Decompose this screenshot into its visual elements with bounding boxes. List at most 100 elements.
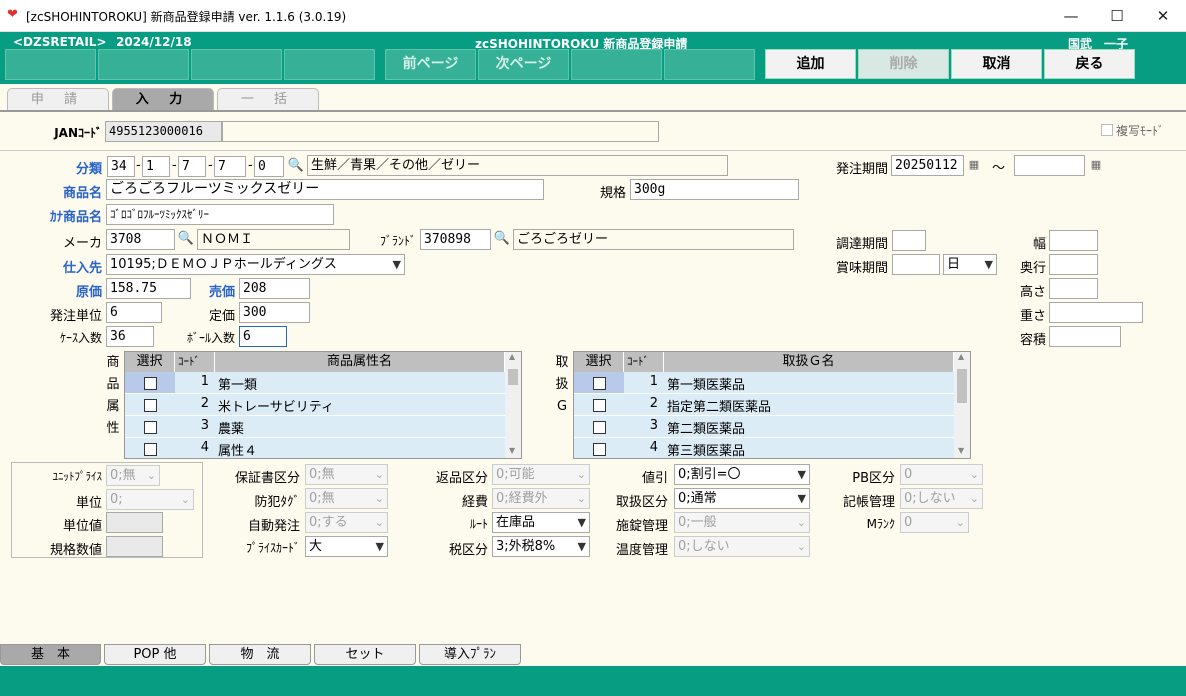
row-checkbox[interactable]: [144, 399, 157, 412]
weight-input[interactable]: [1049, 302, 1143, 323]
height-input[interactable]: [1049, 278, 1098, 299]
volume-input[interactable]: [1049, 326, 1121, 347]
table-row[interactable]: 3 農薬: [125, 416, 505, 438]
table-row[interactable]: 2 指定第二類医薬品: [574, 394, 954, 416]
add-button[interactable]: 追加: [765, 49, 856, 79]
scroll-up-icon[interactable]: ▲: [509, 352, 515, 361]
toolbar-slot-3[interactable]: [191, 49, 282, 80]
pb-type-select[interactable]: 0 ⌄: [900, 464, 983, 485]
handling-type-select[interactable]: 0;通常 ▼: [674, 488, 810, 509]
table-row[interactable]: 2 米トレーサビリティ: [125, 394, 505, 416]
shelf-life-unit-select[interactable]: 日 ▼: [943, 254, 997, 275]
ball-qty-input[interactable]: 6: [239, 326, 287, 347]
maker-code-input[interactable]: 3708: [106, 229, 175, 250]
row-checkbox[interactable]: [593, 443, 606, 456]
table-row[interactable]: 4 属性４: [125, 438, 505, 458]
warranty-select[interactable]: 0;無 ⌄: [305, 464, 388, 485]
row-checkbox[interactable]: [593, 399, 606, 412]
tab-logistics[interactable]: 物 流: [209, 644, 311, 665]
depth-input[interactable]: [1049, 254, 1098, 275]
toolbar-slot-1[interactable]: [5, 49, 96, 80]
order-period-from[interactable]: 20250112: [891, 155, 964, 176]
table-row[interactable]: 1 第一類: [125, 372, 505, 394]
auto-order-select[interactable]: 0;する ⌄: [305, 512, 388, 533]
tab-pop[interactable]: POP 他: [104, 644, 206, 665]
shelf-life-input[interactable]: [892, 254, 940, 275]
m-rank-select[interactable]: 0 ⌄: [900, 512, 969, 533]
next-page-button[interactable]: 次ページ: [478, 49, 569, 80]
tab-plan[interactable]: 導入ﾌﾟﾗﾝ: [419, 644, 521, 665]
row-checkbox[interactable]: [144, 443, 157, 456]
case-qty-input[interactable]: 36: [106, 326, 154, 347]
lock-mgmt-select[interactable]: 0;一般 ⌄: [674, 512, 810, 533]
kana-name-input[interactable]: ｺﾞﾛｺﾞﾛﾌﾙｰﾂﾐｯｸｽｾﾞﾘｰ: [106, 204, 334, 225]
unit-value-input[interactable]: [106, 512, 163, 533]
width-input[interactable]: [1049, 230, 1098, 251]
spec-input[interactable]: 300g: [630, 179, 799, 200]
security-tag-select[interactable]: 0;無 ⌄: [305, 488, 388, 509]
price-input[interactable]: 208: [239, 278, 310, 299]
order-period-to[interactable]: [1014, 155, 1085, 176]
row-checkbox[interactable]: [144, 377, 157, 390]
tax-select[interactable]: 3;外税8% ▼: [492, 536, 590, 557]
cancel-button[interactable]: 取消: [951, 49, 1042, 79]
table-row[interactable]: 3 第二類医薬品: [574, 416, 954, 438]
discount-select[interactable]: 0;割引=〇 ▼: [674, 464, 810, 485]
back-button[interactable]: 戻る: [1044, 49, 1135, 79]
tab-input[interactable]: 入 力: [112, 88, 214, 110]
table-row[interactable]: 4 第三類医薬品: [574, 438, 954, 458]
ledger-mgmt-select[interactable]: 0;しない ⌄: [900, 488, 983, 509]
toolbar-slot-4[interactable]: [284, 49, 375, 80]
minimize-button[interactable]: —: [1048, 0, 1094, 32]
maximize-button[interactable]: ☐: [1094, 0, 1140, 32]
scroll-up-icon[interactable]: ▲: [958, 352, 964, 361]
tab-basic[interactable]: 基 本: [0, 644, 101, 665]
toolbar-slot-2[interactable]: [98, 49, 189, 80]
cost-input[interactable]: 158.75: [106, 278, 191, 299]
category-search-icon[interactable]: 🔍: [287, 156, 305, 177]
handling-scrollbar[interactable]: ▲ ▼: [954, 352, 970, 458]
copy-mode-checkbox[interactable]: [1101, 124, 1113, 136]
row-checkbox[interactable]: [593, 377, 606, 390]
maker-search-icon[interactable]: 🔍: [177, 229, 195, 250]
table-row[interactable]: 1 第一類医薬品: [574, 372, 954, 394]
scroll-thumb[interactable]: [957, 369, 967, 403]
row-checkbox[interactable]: [144, 421, 157, 434]
unit-select[interactable]: 0; ⌄: [106, 489, 194, 510]
return-type-select[interactable]: 0;可能 ⌄: [492, 464, 590, 485]
category-code-3[interactable]: 7: [178, 156, 206, 177]
scroll-down-icon[interactable]: ▼: [509, 446, 515, 455]
tab-set[interactable]: セット: [314, 644, 416, 665]
category-code-2[interactable]: 1: [142, 156, 170, 177]
prev-page-button[interactable]: 前ページ: [385, 49, 476, 80]
brand-search-icon[interactable]: 🔍: [493, 229, 511, 250]
toolbar-slot-7[interactable]: [571, 49, 662, 80]
list-price-input[interactable]: 300: [239, 302, 310, 323]
jan-code-input[interactable]: 4955123000016: [105, 121, 222, 142]
toolbar-slot-8[interactable]: [664, 49, 755, 80]
brand-code-input[interactable]: 370898: [420, 229, 491, 250]
close-button[interactable]: ✕: [1140, 0, 1186, 32]
calendar-from-icon[interactable]: ▦: [965, 155, 983, 176]
category-code-5[interactable]: 0: [254, 156, 284, 177]
expense-select[interactable]: 0;経費外 ⌄: [492, 488, 590, 509]
tab-bulk[interactable]: 一 括: [217, 88, 319, 110]
category-code-4[interactable]: 7: [214, 156, 246, 177]
route-select[interactable]: 在庫品 ▼: [492, 512, 590, 533]
unit-price-select[interactable]: 0;無 ⌄: [106, 465, 160, 486]
row-checkbox[interactable]: [593, 421, 606, 434]
category-code-1[interactable]: 34: [107, 156, 135, 177]
spec-value-input[interactable]: [106, 536, 163, 557]
temp-mgmt-select[interactable]: 0;しない ⌄: [674, 536, 810, 557]
delete-button[interactable]: 削除: [858, 49, 949, 79]
scroll-thumb[interactable]: [508, 369, 518, 385]
supplier-select[interactable]: 10195;ＤＥＭＯＪＰホールディングス ▼: [106, 254, 405, 275]
scroll-down-icon[interactable]: ▼: [958, 446, 964, 455]
attr-scrollbar[interactable]: ▲ ▼: [505, 352, 521, 458]
procure-period-input[interactable]: [892, 230, 926, 251]
price-card-select[interactable]: 大 ▼: [305, 536, 388, 557]
product-name-input[interactable]: ごろごろフルーツミックスゼリー: [106, 179, 544, 200]
order-unit-input[interactable]: 6: [106, 302, 162, 323]
calendar-to-icon[interactable]: ▦: [1087, 155, 1105, 176]
tab-apply[interactable]: 申 請: [7, 88, 109, 110]
